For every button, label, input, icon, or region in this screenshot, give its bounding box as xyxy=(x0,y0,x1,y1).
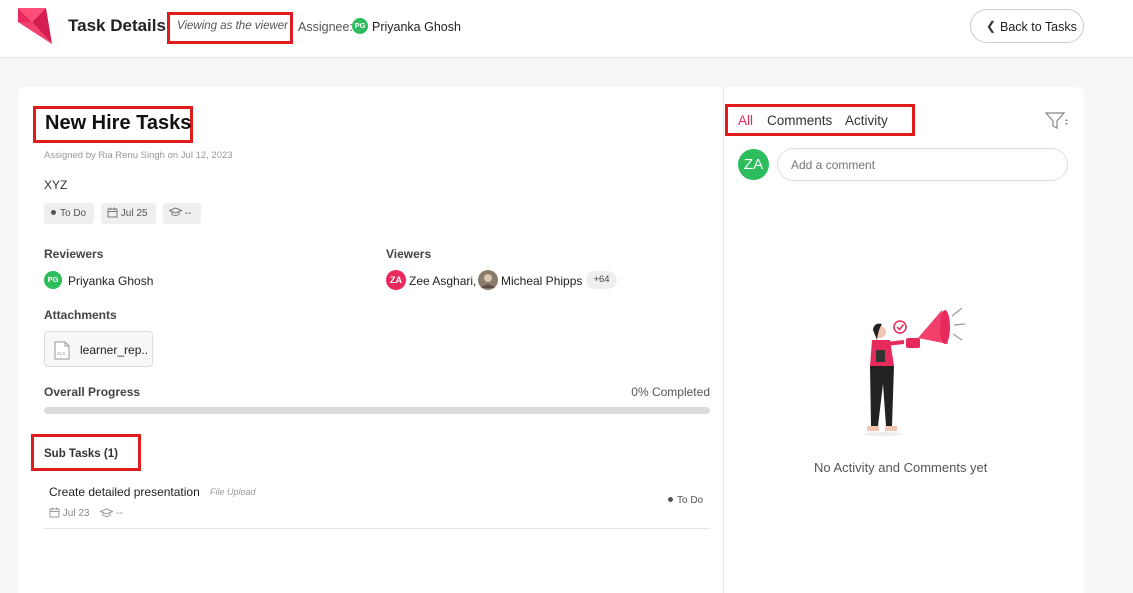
viewers-label: Viewers xyxy=(386,247,432,261)
panel-divider xyxy=(723,87,724,593)
task-title: New Hire Tasks xyxy=(45,112,192,134)
subtask-calendar-icon xyxy=(49,507,60,518)
reviewer-avatar: PG xyxy=(44,271,62,289)
course-chip: -- xyxy=(163,203,201,224)
status-dot-icon xyxy=(51,209,56,215)
course-text: -- xyxy=(184,208,192,219)
status-text: To Do xyxy=(60,208,87,219)
status-chip: To Do xyxy=(44,203,94,224)
due-date-chip: Jul 25 xyxy=(101,203,156,224)
progress-bar xyxy=(44,407,710,414)
attachment-name: learner_rep.. xyxy=(80,343,149,357)
subtasks-label: Sub Tasks (1) xyxy=(44,448,118,460)
top-bar: Task Details Viewing as the viewer Assig… xyxy=(0,0,1133,58)
reviewer-name: Priyanka Ghosh xyxy=(68,274,154,288)
app-logo[interactable] xyxy=(18,8,52,44)
viewer-avatar-photo xyxy=(478,270,498,290)
subtask-divider xyxy=(44,528,710,529)
assigned-by-text: Assigned by Ria Renu Singh on Jul 12, 20… xyxy=(44,150,233,161)
more-viewers-badge[interactable]: +64 xyxy=(586,271,617,289)
viewer-avatar-za: ZA xyxy=(386,270,406,290)
task-description: XYZ xyxy=(44,178,68,192)
page-title: Task Details xyxy=(68,16,166,35)
attachments-label: Attachments xyxy=(44,308,117,322)
subtask-status: To Do xyxy=(668,495,703,506)
empty-state-text: No Activity and Comments yet xyxy=(814,460,988,475)
graduation-cap-icon xyxy=(168,207,183,217)
subtask-status-text: To Do xyxy=(677,495,704,506)
subtask-due-date: Jul 23 xyxy=(62,508,90,520)
assignee-label: Assignee: xyxy=(298,20,353,34)
tab-activity[interactable]: Activity xyxy=(845,113,888,128)
viewer-name-2: Micheal Phipps xyxy=(501,274,583,288)
current-user-avatar: ZA xyxy=(738,149,769,180)
reviewers-label: Reviewers xyxy=(44,247,104,261)
due-date-text: Jul 25 xyxy=(120,208,148,219)
attachment-file[interactable]: XLS learner_rep.. xyxy=(44,331,153,367)
empty-state-illustration xyxy=(863,307,966,436)
subtask-status-dot-icon xyxy=(668,496,673,502)
back-to-tasks-label: Back to Tasks xyxy=(1000,20,1077,34)
tab-all[interactable]: All xyxy=(738,113,753,128)
subtask-title[interactable]: Create detailed presentation xyxy=(49,485,200,499)
assignee-name: Priyanka Ghosh xyxy=(372,20,461,34)
comment-input[interactable] xyxy=(777,148,1068,181)
progress-value: 0% Completed xyxy=(631,385,710,399)
chevron-left-icon: ❮ xyxy=(986,19,997,33)
subtask-type: File Upload xyxy=(210,487,256,497)
subtask-course: -- xyxy=(116,508,123,520)
calendar-icon xyxy=(107,207,118,218)
xls-file-icon: XLS xyxy=(54,341,70,360)
tab-comments[interactable]: Comments xyxy=(767,113,832,128)
filter-icon[interactable] xyxy=(1045,111,1071,131)
back-to-tasks-button[interactable]: ❮ Back to Tasks xyxy=(970,9,1084,43)
viewer-mode-label: Viewing as the viewer xyxy=(177,20,289,32)
viewer-name-1: Zee Asghari, xyxy=(409,274,477,288)
subtask-graduation-cap-icon xyxy=(99,507,115,517)
assignee-avatar: PG xyxy=(352,18,368,34)
file-ext-text: XLS xyxy=(57,351,66,356)
progress-label: Overall Progress xyxy=(44,385,141,399)
subtask-meta: Jul 23 -- xyxy=(49,507,123,520)
